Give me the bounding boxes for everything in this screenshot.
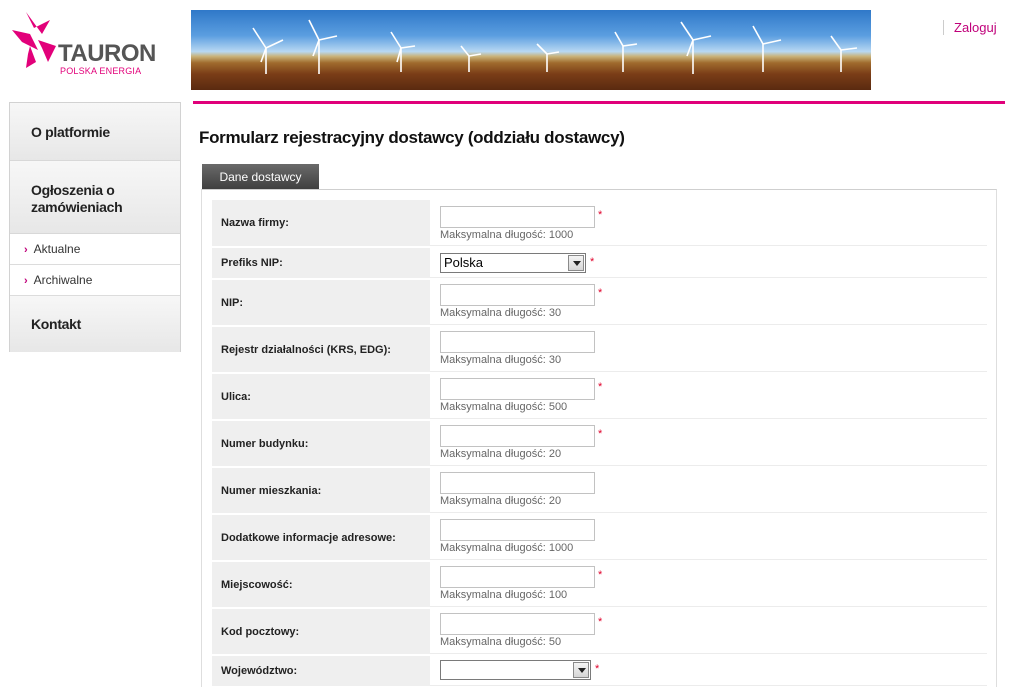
chevron-right-icon: › — [24, 275, 28, 287]
chevron-right-icon: › — [24, 244, 28, 256]
login-link[interactable]: Zaloguj — [943, 20, 997, 35]
field-hint: Maksymalna długość: 20 — [440, 495, 562, 507]
sidebar-item-ogloszenia[interactable]: Ogłoszenia o zamówieniach — [10, 161, 180, 234]
numer-budynku-input[interactable] — [440, 425, 595, 447]
field-cell: * Maksymalna długość: 1000 — [430, 200, 987, 246]
field-label: Numer budynku: — [212, 421, 430, 466]
dropdown-arrow-icon[interactable] — [573, 662, 589, 678]
kod-pocztowy-input[interactable] — [440, 613, 595, 635]
field-label: Ulica: — [212, 374, 430, 419]
form-row-numer-budynku: Numer budynku: * Maksymalna długość: 20 — [212, 421, 987, 467]
required-mark: * — [590, 256, 595, 268]
field-label: Nazwa firmy: — [212, 200, 430, 246]
required-mark: * — [598, 569, 603, 581]
form-row-prefiks-nip: Prefiks NIP: Polska * — [212, 248, 987, 279]
form-row-nip: NIP: * Maksymalna długość: 30 — [212, 280, 987, 326]
header-divider — [193, 101, 1005, 104]
field-hint: Maksymalna długość: 20 — [440, 448, 562, 460]
ulica-input[interactable] — [440, 378, 595, 400]
logo-tagline: POLSKA ENERGIA — [60, 66, 142, 76]
field-label: Miejscowość: — [212, 562, 430, 607]
field-cell: Maksymalna długość: 30 — [430, 327, 987, 372]
rejestr-input[interactable] — [440, 331, 595, 353]
nip-input[interactable] — [440, 284, 595, 306]
sidebar-item-aktualne[interactable]: › Aktualne — [10, 234, 180, 265]
form-row-wojewodztwo: Województwo: * — [212, 656, 987, 687]
field-cell: * — [430, 656, 987, 686]
field-hint: Maksymalna długość: 30 — [440, 307, 562, 319]
field-label: NIP: — [212, 280, 430, 325]
field-label: Dodatkowe informacje adresowe: — [212, 515, 430, 560]
required-mark: * — [595, 663, 600, 675]
field-hint: Maksymalna długość: 100 — [440, 589, 568, 601]
sidebar-item-label: Archiwalne — [33, 273, 93, 287]
sidebar-nav: O platformie Ogłoszenia o zamówieniach ›… — [9, 102, 181, 352]
field-cell: * Maksymalna długość: 100 — [430, 562, 987, 607]
field-label: Rejestr działalności (KRS, EDG): — [212, 327, 430, 372]
field-cell: * Maksymalna długość: 20 — [430, 421, 987, 466]
form-row-rejestr: Rejestr działalności (KRS, EDG): Maksyma… — [212, 327, 987, 373]
dropdown-arrow-icon[interactable] — [568, 255, 584, 271]
numer-mieszkania-input[interactable] — [440, 472, 595, 494]
logo-wordmark: TAURON — [58, 40, 156, 67]
sidebar-item-label: Aktualne — [33, 242, 81, 256]
sidebar-item-o-platformie[interactable]: O platformie — [10, 103, 180, 161]
dodatkowe-informacje-input[interactable] — [440, 519, 595, 541]
wojewodztwo-select[interactable] — [440, 660, 591, 680]
required-mark: * — [598, 381, 603, 393]
field-hint: Maksymalna długość: 1000 — [440, 542, 574, 554]
form-row-nazwa-firmy: Nazwa firmy: * Maksymalna długość: 1000 — [212, 200, 987, 247]
tab-dane-dostawcy[interactable]: Dane dostawcy — [202, 164, 319, 190]
prefiks-nip-select[interactable]: Polska — [440, 253, 586, 273]
nazwa-firmy-input[interactable] — [440, 206, 595, 228]
form-row-ulica: Ulica: * Maksymalna długość: 500 — [212, 374, 987, 420]
field-hint: Maksymalna długość: 1000 — [440, 229, 574, 241]
tauron-logo[interactable]: TAURON POLSKA ENERGIA — [12, 10, 162, 76]
field-label: Kod pocztowy: — [212, 609, 430, 654]
field-label: Prefiks NIP: — [212, 248, 430, 278]
wind-turbines-icon — [252, 19, 858, 74]
field-hint: Maksymalna długość: 50 — [440, 636, 562, 648]
sidebar-item-kontakt[interactable]: Kontakt — [10, 296, 180, 352]
field-hint: Maksymalna długość: 30 — [440, 354, 562, 366]
form-row-numer-mieszkania: Numer mieszkania: Maksymalna długość: 20 — [212, 468, 987, 514]
miejscowosc-input[interactable] — [440, 566, 595, 588]
field-label: Województwo: — [212, 656, 430, 686]
field-cell: * Maksymalna długość: 500 — [430, 374, 987, 419]
required-mark: * — [598, 287, 603, 299]
field-cell: Maksymalna długość: 20 — [430, 468, 987, 513]
form-row-miejscowosc: Miejscowość: * Maksymalna długość: 100 — [212, 562, 987, 608]
required-mark: * — [598, 616, 603, 628]
field-cell: Polska * — [430, 248, 987, 278]
header-banner-image — [191, 10, 871, 90]
sidebar-item-archiwalne[interactable]: › Archiwalne — [10, 265, 180, 296]
required-mark: * — [598, 209, 603, 221]
field-hint: Maksymalna długość: 500 — [440, 401, 568, 413]
field-cell: * Maksymalna długość: 50 — [430, 609, 987, 654]
field-label: Numer mieszkania: — [212, 468, 430, 513]
page-title: Formularz rejestracyjny dostawcy (oddzia… — [199, 128, 625, 147]
form-row-kod-pocztowy: Kod pocztowy: * Maksymalna długość: 50 — [212, 609, 987, 655]
field-cell: * Maksymalna długość: 30 — [430, 280, 987, 325]
field-cell: Maksymalna długość: 1000 — [430, 515, 987, 560]
select-value: Polska — [444, 255, 484, 270]
required-mark: * — [598, 428, 603, 440]
form-row-dodatkowe-informacje: Dodatkowe informacje adresowe: Maksymaln… — [212, 515, 987, 561]
